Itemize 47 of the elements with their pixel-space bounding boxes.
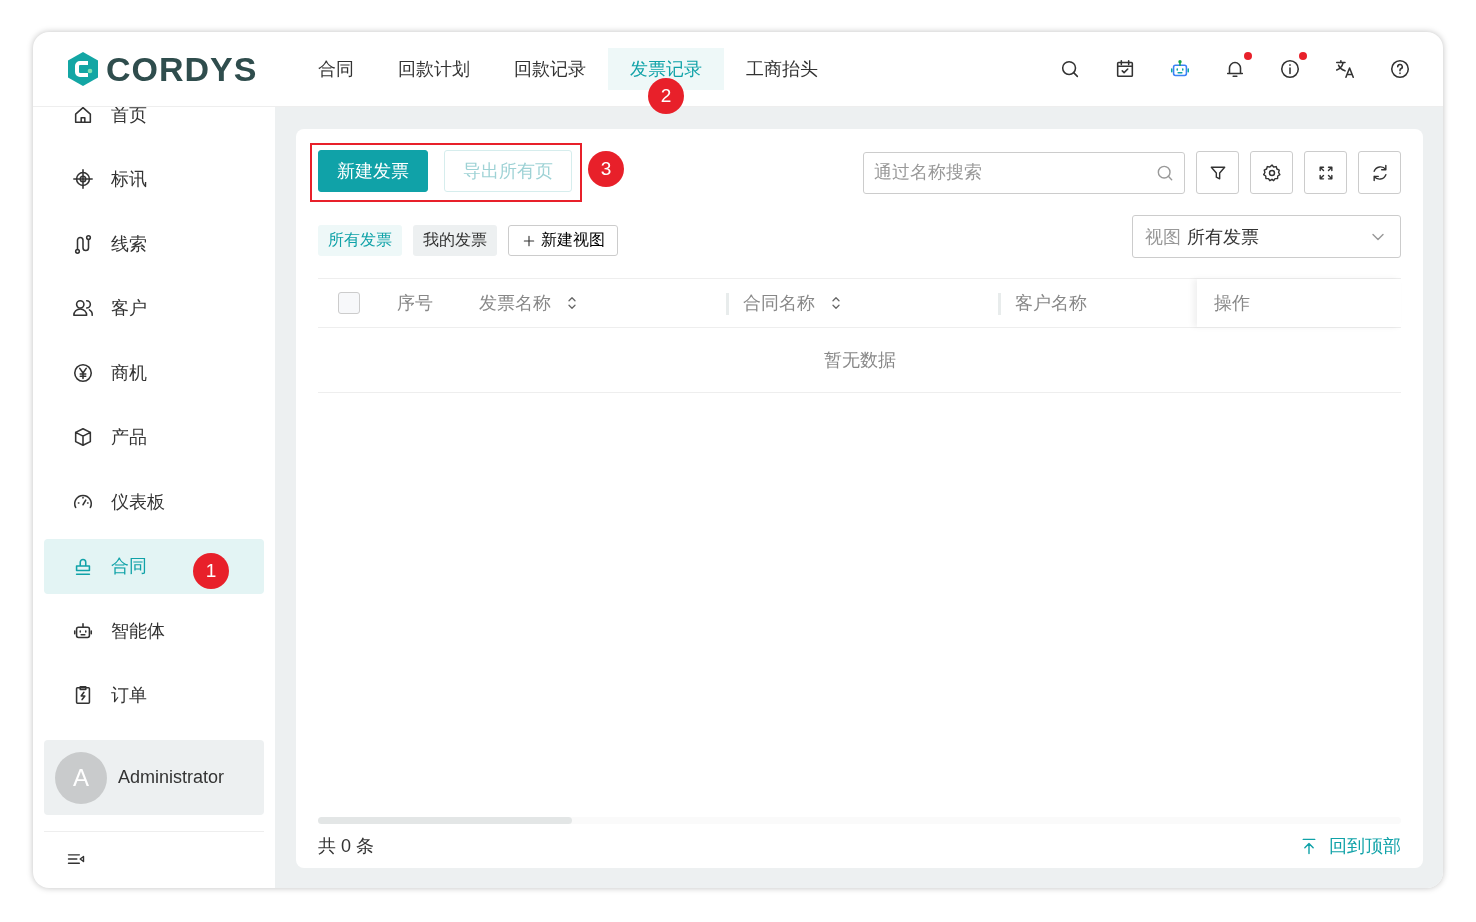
- total-count: 共 0 条: [318, 835, 374, 858]
- route-icon: [72, 232, 94, 255]
- new-view-button[interactable]: 新建视图: [508, 225, 618, 256]
- box-icon: [72, 426, 94, 448]
- logo-text: CORDYS: [106, 49, 258, 89]
- view-select[interactable]: 视图 所有发票: [1132, 215, 1401, 258]
- translate-icon: [1334, 58, 1356, 80]
- column-header[interactable]: 合同名称: [726, 279, 998, 327]
- select-all-checkbox[interactable]: [338, 292, 360, 314]
- logo-icon: [66, 51, 100, 87]
- sidebar-item[interactable]: 商机: [44, 345, 264, 400]
- scrollbar-thumb[interactable]: [318, 817, 572, 824]
- column-header[interactable]: 序号: [380, 279, 462, 327]
- home-icon: [72, 107, 94, 126]
- nav-tab[interactable]: 回款记录: [492, 48, 608, 90]
- nav-tab[interactable]: 工商抬头: [724, 48, 840, 90]
- view-tab[interactable]: 我的发票: [413, 225, 497, 256]
- empty-text: 暂无数据: [823, 349, 896, 372]
- column-header[interactable]: 客户名称: [998, 279, 1197, 327]
- settings-icon: [1261, 162, 1282, 183]
- users-icon: [72, 297, 94, 319]
- column-header[interactable]: 发票名称: [462, 279, 726, 327]
- help-icon: [1389, 58, 1411, 80]
- sidebar-item[interactable]: 订单: [44, 667, 264, 723]
- sidebar-item[interactable]: 仪表板: [44, 474, 264, 529]
- sidebar-item[interactable]: 客户: [44, 280, 264, 336]
- target-icon: [72, 168, 94, 190]
- sidebar-item[interactable]: 合同 1: [44, 538, 264, 594]
- info-icon: [1279, 58, 1301, 80]
- refresh-button[interactable]: [1358, 151, 1401, 194]
- sidebar-item[interactable]: 标讯: [44, 151, 264, 207]
- fullscreen-button[interactable]: [1304, 151, 1347, 194]
- nav-tab[interactable]: 回款计划: [376, 48, 492, 90]
- search-icon: [1059, 58, 1081, 80]
- sidebar-item[interactable]: 产品: [44, 409, 264, 465]
- annotation-marker: 3: [588, 151, 624, 187]
- sidebar-item[interactable]: 线索: [44, 216, 264, 271]
- search-field[interactable]: 通过名称搜索: [863, 151, 1185, 194]
- settings-button[interactable]: [1250, 151, 1293, 194]
- annotation-marker: 1: [193, 552, 229, 589]
- sidebar-item[interactable]: 智能体: [44, 603, 264, 658]
- user-name: Administrator: [118, 767, 225, 788]
- yen-circle-icon: [72, 361, 94, 384]
- column-header[interactable]: 操作: [1197, 279, 1401, 327]
- filter-button[interactable]: [1196, 151, 1239, 194]
- calendar-icon: [1114, 58, 1136, 80]
- nav-tab[interactable]: 合同: [296, 48, 376, 90]
